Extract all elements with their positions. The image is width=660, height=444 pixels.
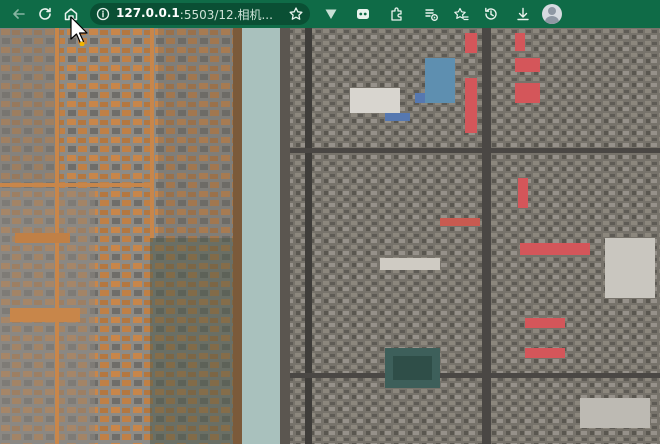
download-icon (517, 7, 529, 21)
extensions-button[interactable] (384, 2, 410, 26)
favorites-button[interactable] (448, 2, 474, 26)
media-button[interactable] (418, 2, 444, 26)
address-bar[interactable]: 127.0.0.1:5503/12.相机... (90, 3, 310, 25)
url-text: 127.0.0.1:5503/12.相机... (116, 6, 284, 23)
favorites-icon (454, 7, 469, 21)
info-icon (96, 7, 110, 21)
back-arrow-icon (13, 9, 25, 19)
history-button[interactable] (478, 2, 504, 26)
download-button[interactable] (510, 2, 536, 26)
star-icon[interactable] (288, 6, 304, 22)
vivaldi-button[interactable] (318, 2, 344, 26)
browser-toolbar: 127.0.0.1:5503/12.相机... (0, 0, 660, 28)
satellite-map[interactable] (0, 28, 660, 444)
url-path: :5503/12.相机... (179, 7, 273, 22)
extensions-icon (391, 7, 402, 21)
back-button[interactable] (6, 2, 32, 26)
url-host: 127.0.0.1 (116, 5, 180, 20)
mouse-cursor-icon (70, 16, 88, 46)
satellite-map-canvas (0, 28, 660, 444)
vivaldi-icon (325, 9, 337, 19)
profile-avatar[interactable] (542, 4, 562, 24)
game-icon (357, 9, 369, 19)
game-button[interactable] (350, 2, 376, 26)
reload-button[interactable] (32, 2, 58, 26)
history-icon (485, 7, 497, 20)
reload-icon (39, 7, 51, 20)
media-icon (425, 9, 438, 21)
